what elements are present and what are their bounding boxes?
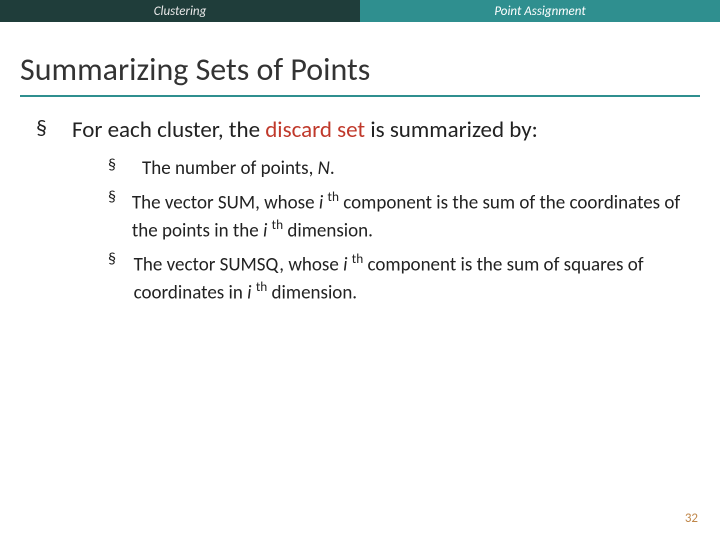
intro-text: For each cluster, the discard set is sum…	[72, 115, 538, 146]
sub-item-0: The number of points, N.	[142, 156, 335, 182]
bullet-glyph: §	[108, 156, 142, 182]
t: The vector SUM, whose	[132, 191, 319, 214]
page-number: 32	[685, 511, 698, 526]
var-i: i	[319, 191, 328, 214]
var-n: N	[318, 157, 330, 180]
tab-point-assignment: Point Assignment	[360, 0, 720, 22]
bullet-level2: § The number of points, N.	[108, 156, 690, 182]
t: The number of points,	[142, 157, 318, 180]
intro-pre: For each cluster, the	[72, 116, 265, 144]
title-rule	[20, 95, 700, 97]
bullet-glyph: §	[108, 188, 132, 244]
slide-content: § For each cluster, the discard set is s…	[0, 115, 720, 306]
var-i: i	[247, 281, 256, 304]
bullet-level1: § For each cluster, the discard set is s…	[36, 115, 690, 146]
sup-th: th	[256, 278, 267, 295]
sup-th: th	[352, 250, 363, 267]
bullet-glyph: §	[36, 115, 72, 146]
sub-item-1: The vector SUM, whose i th component is …	[132, 188, 690, 244]
slide-title: Summarizing Sets of Points	[20, 50, 720, 89]
intro-post: is summarized by:	[365, 116, 538, 144]
t: dimension.	[267, 281, 357, 304]
bullet-level2: § The vector SUMSQ, whose i th component…	[108, 250, 690, 306]
var-i: i	[343, 253, 352, 276]
t: dimension.	[283, 219, 373, 242]
top-tabs: Clustering Point Assignment	[0, 0, 720, 22]
tab-clustering: Clustering	[0, 0, 360, 22]
t: The vector SUMSQ, whose	[134, 253, 343, 276]
sup-th: th	[328, 188, 339, 205]
intro-highlight: discard set	[265, 116, 365, 144]
slide: Clustering Point Assignment Summarizing …	[0, 0, 720, 540]
t: .	[330, 157, 335, 180]
var-i: i	[263, 219, 272, 242]
sup-th: th	[272, 216, 283, 233]
sub-item-2: The vector SUMSQ, whose i th component i…	[134, 250, 690, 306]
bullet-level2: § The vector SUM, whose i th component i…	[108, 188, 690, 244]
bullet-glyph: §	[108, 250, 134, 306]
